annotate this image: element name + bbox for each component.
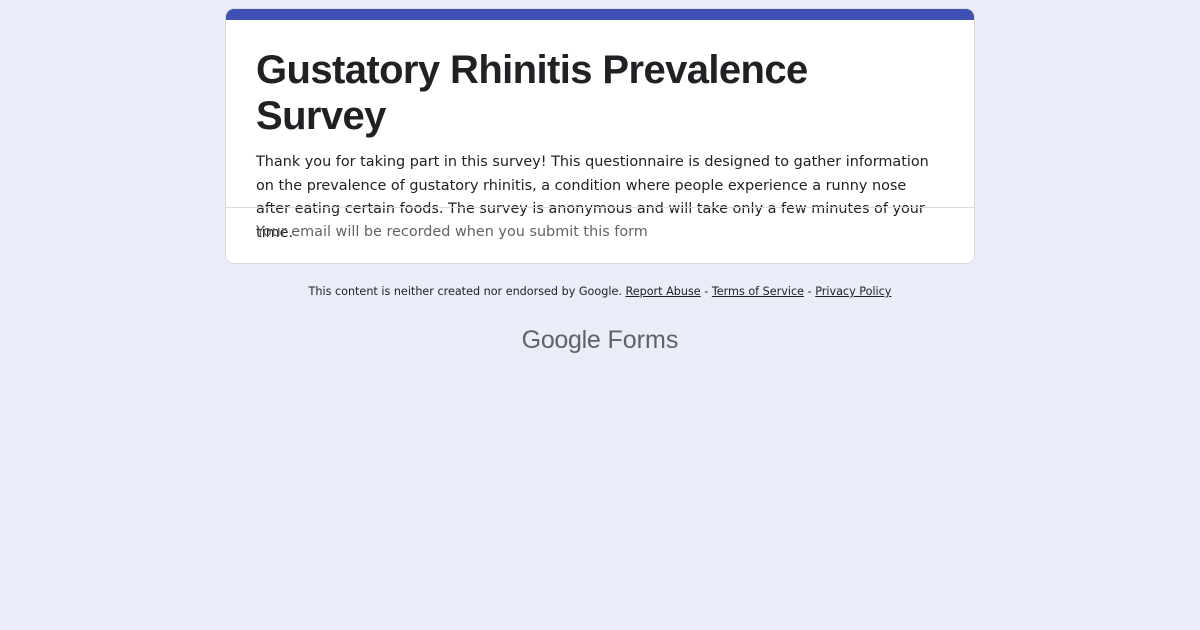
disclaimer-text: This content is neither created nor endo… [308, 285, 622, 298]
footer-disclaimer: This content is neither created nor endo… [0, 283, 1200, 301]
report-abuse-link[interactable]: Report Abuse [625, 285, 700, 298]
card-divider [226, 207, 974, 208]
footer-separator: - [704, 285, 709, 298]
form-title: Gustatory Rhinitis Prevalence Survey [256, 48, 808, 138]
google-forms-logo[interactable]: Google Forms [0, 323, 1200, 357]
privacy-policy-link[interactable]: Privacy Policy [815, 285, 891, 298]
forms-wordmark: Forms [607, 326, 679, 354]
form-header-card: Gustatory Rhinitis Prevalence Survey Tha… [225, 8, 975, 264]
footer-separator: - [807, 285, 812, 298]
email-collection-note: Your email will be recorded when you sub… [256, 224, 648, 240]
theme-accent-bar [226, 9, 974, 20]
google-wordmark: Google [521, 326, 601, 354]
terms-of-service-link[interactable]: Terms of Service [712, 285, 804, 298]
